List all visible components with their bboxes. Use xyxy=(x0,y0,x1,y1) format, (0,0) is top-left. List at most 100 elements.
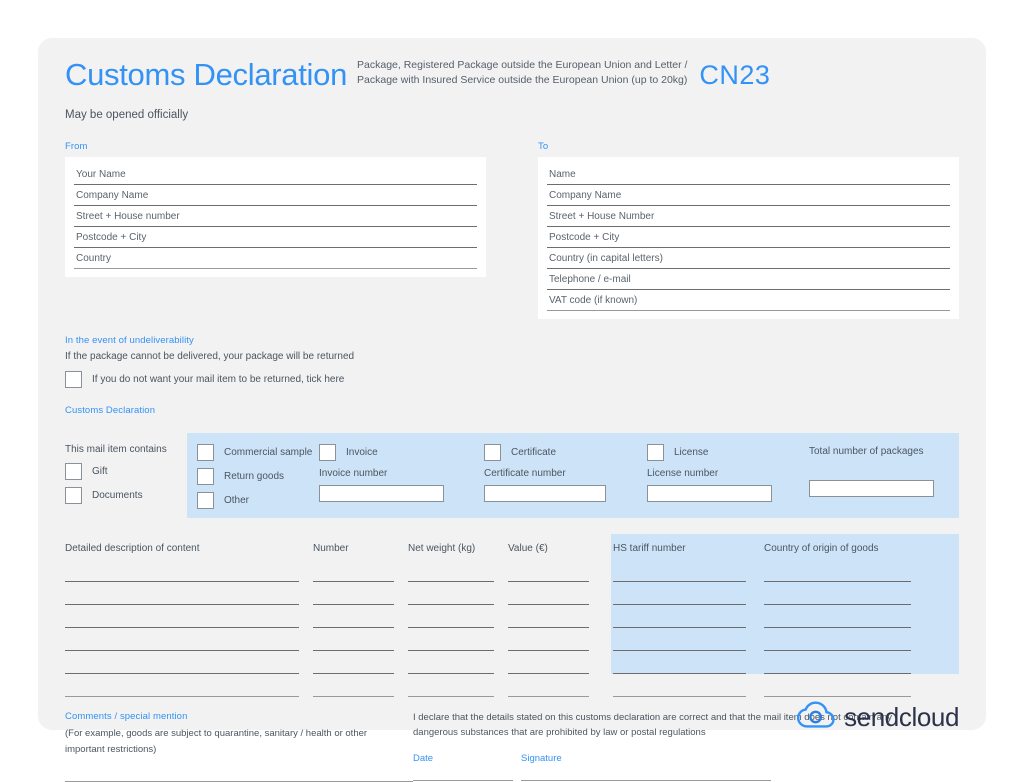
from-field-postcode[interactable]: Postcode + City xyxy=(74,227,477,248)
gift-checkbox[interactable] xyxy=(65,462,82,480)
undeliverability-label: In the event of undeliverability xyxy=(65,334,194,346)
to-field-street[interactable]: Street + House Number xyxy=(547,206,950,227)
goods-cell-hs-tariff[interactable] xyxy=(613,582,746,605)
goods-cell-country-origin[interactable] xyxy=(764,559,911,582)
to-block: To Name Company Name Street + House Numb… xyxy=(538,141,959,319)
goods-column-country-origin: Country of origin of goods xyxy=(764,543,929,697)
goods-cell-description[interactable] xyxy=(65,582,299,605)
documents-checkbox-label: Documents xyxy=(92,489,143,501)
goods-cell-value[interactable] xyxy=(508,605,589,628)
date-group: Date xyxy=(413,753,513,782)
goods-cell-description[interactable] xyxy=(65,628,299,651)
commercial-sample-label: Commercial sample xyxy=(224,446,313,458)
goods-cell-hs-tariff[interactable] xyxy=(613,605,746,628)
invoice-checkbox[interactable] xyxy=(319,443,336,461)
goods-cell-hs-tariff[interactable] xyxy=(613,674,746,697)
goods-cell-net-weight[interactable] xyxy=(408,559,494,582)
goods-cell-country-origin[interactable] xyxy=(764,605,911,628)
goods-header-country-origin: Country of origin of goods xyxy=(764,542,879,554)
goods-column-hs-tariff: HS tariff number xyxy=(603,543,764,697)
address-section: From Your Name Company Name Street + Hou… xyxy=(65,141,959,319)
goods-cell-net-weight[interactable] xyxy=(408,582,494,605)
comments-caption-line1: (For example, goods are subject to quara… xyxy=(65,727,368,739)
checkbox-row-certificate[interactable]: Certificate xyxy=(484,443,647,461)
to-field-name[interactable]: Name xyxy=(547,164,950,185)
checkbox-row-other[interactable]: Other xyxy=(197,491,319,509)
goods-cell-value[interactable] xyxy=(508,582,589,605)
to-field-vat[interactable]: VAT code (if known) xyxy=(547,290,950,311)
goods-cell-value[interactable] xyxy=(508,559,589,582)
goods-cell-net-weight[interactable] xyxy=(408,674,494,697)
form-subtitle-line1: Package, Registered Package outside the … xyxy=(357,59,688,71)
goods-cell-net-weight[interactable] xyxy=(408,605,494,628)
other-checkbox[interactable] xyxy=(197,491,214,509)
from-field-name[interactable]: Your Name xyxy=(74,164,477,185)
signature-group: Signature xyxy=(521,753,771,782)
form-subtitle: Package, Registered Package outside the … xyxy=(357,58,687,88)
brand-name: sendcloud xyxy=(844,702,959,732)
total-packages-input[interactable] xyxy=(809,479,934,497)
date-input[interactable] xyxy=(413,780,513,782)
goods-cell-number[interactable] xyxy=(313,628,394,651)
goods-cell-description[interactable] xyxy=(65,651,299,674)
date-label: Date xyxy=(413,753,434,765)
invoice-number-label: Invoice number xyxy=(319,467,388,479)
goods-header-net-weight: Net weight (kg) xyxy=(408,542,476,554)
goods-cell-description[interactable] xyxy=(65,674,299,697)
to-label: To xyxy=(538,140,549,152)
goods-cell-country-origin[interactable] xyxy=(764,628,911,651)
mail-contains-hint: This mail item contains xyxy=(65,443,167,455)
goods-cell-number[interactable] xyxy=(313,582,394,605)
certificate-checkbox-label: Certificate xyxy=(511,446,557,458)
goods-cell-hs-tariff[interactable] xyxy=(613,559,746,582)
undeliverability-checkbox-row[interactable]: If you do not want your mail item to be … xyxy=(65,370,486,388)
commercial-sample-checkbox[interactable] xyxy=(197,443,214,461)
to-fields: Name Company Name Street + House Number … xyxy=(538,156,959,319)
item-type-group: Commercial sample Return goods Other xyxy=(197,443,319,516)
goods-cell-value[interactable] xyxy=(508,651,589,674)
to-field-country[interactable]: Country (in capital letters) xyxy=(547,248,950,269)
goods-cell-country-origin[interactable] xyxy=(764,651,911,674)
checkbox-row-license[interactable]: License xyxy=(647,443,809,461)
from-fields: Your Name Company Name Street + House nu… xyxy=(65,156,486,277)
license-number-input[interactable] xyxy=(647,484,772,502)
documents-checkbox[interactable] xyxy=(65,486,82,504)
license-group: License License number xyxy=(647,443,809,516)
invoice-number-input[interactable] xyxy=(319,484,444,502)
goods-cell-number[interactable] xyxy=(313,559,394,582)
to-field-postcode[interactable]: Postcode + City xyxy=(547,227,950,248)
goods-cell-description[interactable] xyxy=(65,605,299,628)
certificate-number-input[interactable] xyxy=(484,484,606,502)
checkbox-row-return-goods[interactable]: Return goods xyxy=(197,467,319,485)
checkbox-row-commercial-sample[interactable]: Commercial sample xyxy=(197,443,319,461)
return-goods-checkbox[interactable] xyxy=(197,467,214,485)
no-return-checkbox[interactable] xyxy=(65,370,82,388)
goods-cell-description[interactable] xyxy=(65,559,299,582)
goods-cell-country-origin[interactable] xyxy=(764,582,911,605)
to-field-telephone[interactable]: Telephone / e-mail xyxy=(547,269,950,290)
goods-cell-hs-tariff[interactable] xyxy=(613,651,746,674)
checkbox-row-gift[interactable]: Gift xyxy=(65,462,175,480)
goods-cell-number[interactable] xyxy=(313,674,394,697)
goods-cell-net-weight[interactable] xyxy=(408,651,494,674)
from-field-company[interactable]: Company Name xyxy=(74,185,477,206)
from-field-country[interactable]: Country xyxy=(74,248,477,269)
from-label: From xyxy=(65,140,88,152)
goods-cell-value[interactable] xyxy=(508,628,589,651)
goods-cell-country-origin[interactable] xyxy=(764,674,911,697)
signature-input[interactable] xyxy=(521,780,771,782)
goods-column-description: Detailed description of content xyxy=(65,543,313,697)
license-number-label: License number xyxy=(647,467,719,479)
license-checkbox[interactable] xyxy=(647,443,664,461)
to-field-company[interactable]: Company Name xyxy=(547,185,950,206)
undeliverability-section: In the event of undeliverability If the … xyxy=(65,335,486,388)
checkbox-row-invoice[interactable]: Invoice xyxy=(319,443,484,461)
certificate-checkbox[interactable] xyxy=(484,443,501,461)
goods-cell-number[interactable] xyxy=(313,605,394,628)
from-field-street[interactable]: Street + House number xyxy=(74,206,477,227)
goods-cell-value[interactable] xyxy=(508,674,589,697)
checkbox-row-documents[interactable]: Documents xyxy=(65,486,175,504)
goods-cell-hs-tariff[interactable] xyxy=(613,628,746,651)
goods-cell-net-weight[interactable] xyxy=(408,628,494,651)
goods-cell-number[interactable] xyxy=(313,651,394,674)
